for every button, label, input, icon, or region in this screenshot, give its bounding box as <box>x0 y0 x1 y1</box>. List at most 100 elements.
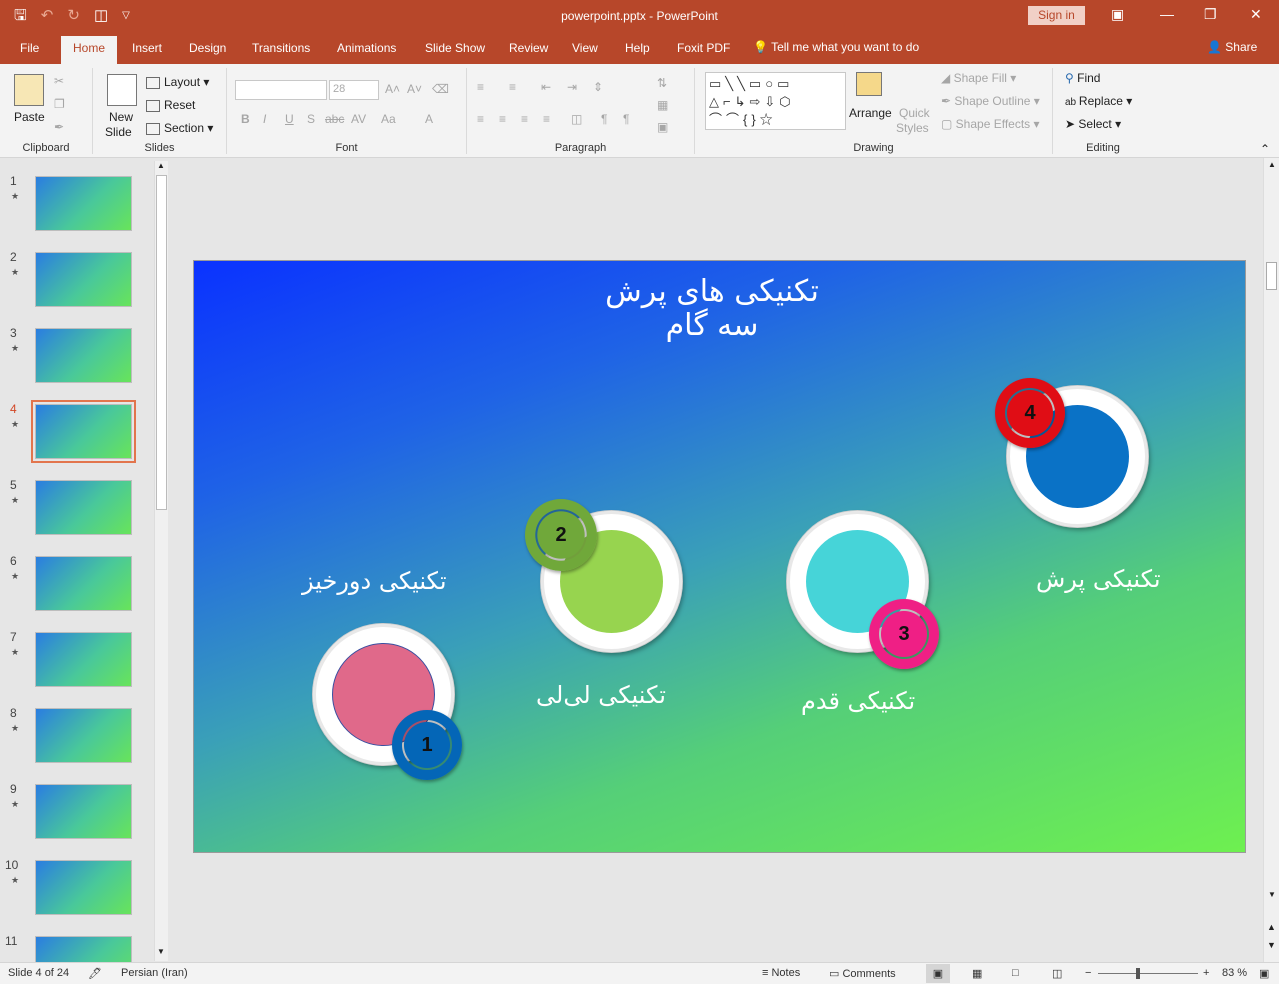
tell-me-search[interactable]: 💡 Tell me what you want to do <box>753 40 919 54</box>
tab-view[interactable]: View <box>572 41 598 55</box>
quick-styles-label-2[interactable]: Styles <box>896 121 929 135</box>
bullets-icon[interactable]: ≡ <box>477 80 484 94</box>
new-slide-label-1[interactable]: New <box>109 110 133 124</box>
italic-button[interactable]: I <box>263 112 266 126</box>
format-painter-icon[interactable]: ✒ <box>54 120 64 134</box>
zoom-slider-handle[interactable] <box>1136 968 1140 979</box>
thumbnail-scrollbar[interactable]: ▲ ▼ <box>154 161 168 961</box>
paste-button[interactable]: Paste <box>14 110 45 124</box>
font-color-button[interactable]: A <box>425 112 433 126</box>
align-center-icon[interactable]: ≡ <box>499 112 506 126</box>
shapes-gallery[interactable]: ▭╲╲▭○▭ △⌐↳⇨⇩⬡ ⌒⌒{}☆ <box>705 72 846 130</box>
scroll-down-icon[interactable]: ▼ <box>157 947 165 956</box>
number-badge-4[interactable]: 4 <box>995 378 1065 448</box>
font-size-combo[interactable]: 28 <box>329 80 379 100</box>
rtl-icon[interactable]: ¶ <box>601 112 607 126</box>
label-item-1[interactable]: تکنیکی دورخیز <box>302 567 447 595</box>
tab-design[interactable]: Design <box>189 41 226 55</box>
thumbnail-slide-3[interactable]: 3 ★ <box>0 310 150 383</box>
thumbnail-slide-6[interactable]: 6 ★ <box>0 538 150 611</box>
align-text-icon[interactable]: ▦ <box>657 98 668 112</box>
copy-icon[interactable]: ❐ <box>54 97 65 111</box>
bold-button[interactable]: B <box>241 112 250 126</box>
font-name-combo[interactable] <box>235 80 327 100</box>
numbering-icon[interactable]: ≡ <box>509 80 516 94</box>
quick-styles-label-1[interactable]: Quick <box>899 106 930 120</box>
collapse-ribbon-icon[interactable]: ⌃ <box>1260 142 1270 156</box>
ltr-icon[interactable]: ¶ <box>623 112 629 126</box>
zoom-out-icon[interactable]: − <box>1085 967 1091 979</box>
thumbnail-slide-4[interactable]: 4 ★ <box>0 386 150 463</box>
line-spacing-icon[interactable]: ⇕ <box>593 80 603 94</box>
zoom-in-icon[interactable]: + <box>1203 967 1209 979</box>
align-left-icon[interactable]: ≡ <box>477 112 484 126</box>
thumbnail-slide-10[interactable]: 10 ★ <box>0 842 150 915</box>
comments-button[interactable]: ▭ Comments <box>829 967 896 980</box>
justify-icon[interactable]: ≡ <box>543 112 550 126</box>
increase-indent-icon[interactable]: ⇥ <box>567 80 577 94</box>
paste-icon[interactable] <box>14 74 44 106</box>
select-button[interactable]: ➤ Select ▾ <box>1065 117 1121 131</box>
notes-button[interactable]: ≡ Notes <box>762 967 800 979</box>
previous-slide-icon[interactable]: ▲ <box>1267 922 1276 932</box>
thumbnail-slide-11[interactable]: 11 <box>0 918 150 962</box>
underline-button[interactable]: U <box>285 112 294 126</box>
sign-in-button[interactable]: Sign in <box>1028 6 1085 25</box>
tab-transitions[interactable]: Transitions <box>252 41 310 55</box>
normal-view-icon[interactable]: ▣ <box>926 964 950 983</box>
slide-title[interactable]: تکنیکی های پرش سه گام <box>534 275 890 343</box>
cut-icon[interactable]: ✂ <box>54 74 64 88</box>
thumbnail-slide-8[interactable]: 8 ★ <box>0 690 150 763</box>
thumbnail-slide-1[interactable]: 1 ★ <box>0 158 150 231</box>
proofing-icon[interactable]: 🖊 <box>88 967 102 980</box>
clear-formatting-icon[interactable]: ⌫ <box>432 82 449 96</box>
replace-button[interactable]: ab Replace ▾ <box>1065 94 1132 108</box>
tab-animations[interactable]: Animations <box>337 41 396 55</box>
minimize-icon[interactable]: — <box>1160 6 1174 22</box>
tab-insert[interactable]: Insert <box>132 41 162 55</box>
label-item-4[interactable]: تکنیکی پرش <box>1036 565 1161 593</box>
align-right-icon[interactable]: ≡ <box>521 112 528 126</box>
language-indicator[interactable]: Persian (Iran) <box>121 967 188 979</box>
decrease-indent-icon[interactable]: ⇤ <box>541 80 551 94</box>
tab-home[interactable]: Home <box>61 36 118 64</box>
number-badge-3[interactable]: 3 <box>869 599 939 669</box>
shadow-button[interactable]: S <box>307 112 315 126</box>
slideshow-view-icon[interactable]: ◫ <box>1052 967 1062 980</box>
scroll-down-icon[interactable]: ▼ <box>1268 890 1276 899</box>
new-slide-icon[interactable] <box>107 74 137 106</box>
label-item-3[interactable]: تکنیکی قدم <box>801 687 915 715</box>
share-button[interactable]: 👤 Share <box>1207 40 1257 54</box>
find-button[interactable]: ⚲ Find <box>1065 71 1100 85</box>
slide-canvas[interactable]: تکنیکی های پرش سه گام 1 تکنیکی دورخیز 2 … <box>193 260 1246 853</box>
new-slide-label-2[interactable]: Slide <box>105 125 132 139</box>
close-icon[interactable]: ✕ <box>1250 6 1262 23</box>
thumbnail-slide-7[interactable]: 7 ★ <box>0 614 150 687</box>
tab-review[interactable]: Review <box>509 41 548 55</box>
thumbnail-slide-9[interactable]: 9 ★ <box>0 766 150 839</box>
scroll-up-icon[interactable]: ▲ <box>157 161 165 170</box>
scrollbar-thumb[interactable] <box>156 175 167 510</box>
columns-icon[interactable]: ◫ <box>571 112 582 126</box>
layout-button[interactable]: Layout ▾ <box>146 75 209 89</box>
tab-foxit-pdf[interactable]: Foxit PDF <box>677 41 730 55</box>
slide-sorter-icon[interactable]: ▦ <box>972 967 982 980</box>
fit-slide-icon[interactable]: ▣ <box>1259 967 1269 980</box>
number-badge-2[interactable]: 2 <box>525 499 597 571</box>
text-direction-icon[interactable]: ⇅ <box>657 76 667 90</box>
reading-view-icon[interactable]: □ <box>1012 967 1019 979</box>
arrange-icon[interactable] <box>856 72 882 96</box>
shape-effects-button[interactable]: ▢ Shape Effects ▾ <box>941 117 1040 131</box>
shrink-font-icon[interactable]: A˅ <box>407 82 422 96</box>
number-badge-1[interactable]: 1 <box>392 710 462 780</box>
scrollbar-thumb[interactable] <box>1266 262 1277 290</box>
shape-fill-button[interactable]: ◢ Shape Fill ▾ <box>941 71 1016 85</box>
label-item-2[interactable]: تکنیکی لی‌لی <box>536 681 666 709</box>
reset-button[interactable]: Reset <box>146 98 195 112</box>
thumbnail-slide-5[interactable]: 5 ★ <box>0 462 150 535</box>
change-case-button[interactable]: Aa <box>381 112 396 126</box>
editor-scrollbar[interactable]: ▲ ▼ ▲ ▼ <box>1263 158 1279 962</box>
smartart-icon[interactable]: ▣ <box>657 120 668 134</box>
tab-file[interactable]: File <box>20 41 39 55</box>
zoom-level[interactable]: 83 % <box>1222 967 1247 979</box>
